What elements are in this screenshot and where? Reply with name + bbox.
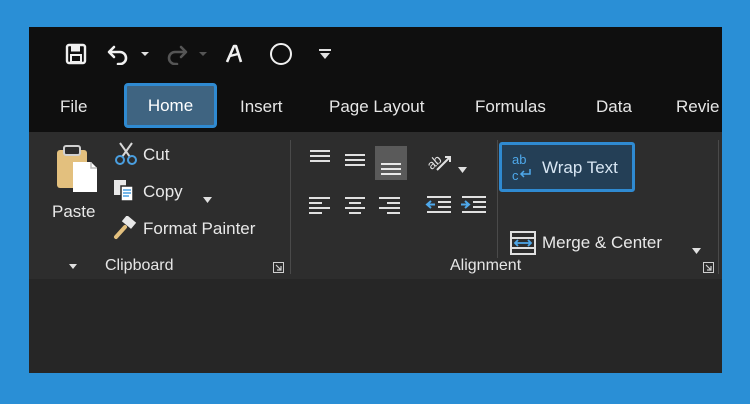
redo-icon[interactable]	[164, 40, 190, 68]
clipboard-launcher-icon[interactable]	[273, 260, 284, 273]
tab-page-layout[interactable]: Page Layout	[329, 93, 424, 121]
ribbon-tab-bar: File Home Insert Page Layout Formulas Da…	[29, 82, 722, 132]
tab-file[interactable]: File	[60, 93, 87, 121]
svg-text:ab: ab	[425, 152, 444, 173]
redo-dropdown-icon[interactable]	[197, 40, 209, 68]
ribbon: Paste Cut Copy Format Painter Clipboard …	[29, 132, 722, 279]
tab-home[interactable]: Home	[124, 83, 217, 128]
decrease-indent-icon[interactable]	[424, 190, 454, 218]
align-right-icon[interactable]	[375, 190, 403, 218]
top-align-icon[interactable]	[306, 145, 334, 173]
format-painter-button[interactable]: Format Painter	[143, 219, 255, 239]
merge-center-button[interactable]: Merge & Center	[542, 233, 662, 253]
group-separator	[718, 140, 719, 274]
tab-review[interactable]: Revie	[676, 93, 719, 121]
align-left-icon[interactable]	[306, 190, 334, 218]
alignment-launcher-icon[interactable]	[703, 260, 714, 273]
svg-text:c: c	[512, 168, 519, 183]
orientation-dropdown-icon[interactable]	[458, 160, 467, 178]
copy-button[interactable]: Copy	[143, 182, 183, 202]
scissors-icon	[115, 142, 137, 171]
wrap-text-label: Wrap Text	[542, 158, 618, 177]
group-separator	[290, 140, 291, 274]
orientation-icon[interactable]: ab	[424, 148, 455, 179]
merge-center-icon	[510, 231, 536, 260]
paste-dropdown-icon[interactable]	[69, 256, 79, 274]
paste-icon[interactable]	[53, 144, 101, 199]
save-icon[interactable]	[61, 40, 91, 68]
circle-icon[interactable]	[267, 40, 295, 68]
undo-dropdown-icon[interactable]	[139, 40, 151, 68]
worksheet-area[interactable]	[29, 279, 722, 373]
quick-access-toolbar	[29, 27, 722, 82]
excel-window: File Home Insert Page Layout Formulas Da…	[29, 27, 722, 373]
cut-button[interactable]: Cut	[143, 145, 169, 165]
svg-text:ab: ab	[512, 152, 526, 167]
merge-center-dropdown-icon[interactable]	[692, 241, 701, 259]
increase-indent-icon[interactable]	[459, 190, 489, 218]
font-color-icon[interactable]	[222, 40, 246, 68]
tab-insert[interactable]: Insert	[240, 93, 283, 121]
align-center-icon[interactable]	[341, 190, 369, 218]
group-separator	[497, 140, 498, 258]
format-painter-icon	[113, 215, 137, 245]
customize-qat-icon[interactable]	[315, 40, 335, 68]
undo-icon[interactable]	[105, 40, 131, 68]
bottom-align-icon[interactable]	[375, 146, 407, 180]
paste-label[interactable]: Paste	[52, 202, 95, 222]
wrap-text-button[interactable]: ab c Wrap Text	[499, 142, 635, 192]
tab-data[interactable]: Data	[596, 93, 632, 121]
clipboard-group-label: Clipboard	[105, 257, 174, 274]
middle-align-icon[interactable]	[341, 146, 369, 174]
copy-dropdown-icon[interactable]	[203, 190, 212, 208]
alignment-group-label: Alignment	[450, 257, 522, 274]
tab-formulas[interactable]: Formulas	[475, 93, 546, 121]
wrap-text-icon: ab c	[512, 152, 531, 183]
copy-icon	[112, 178, 136, 207]
